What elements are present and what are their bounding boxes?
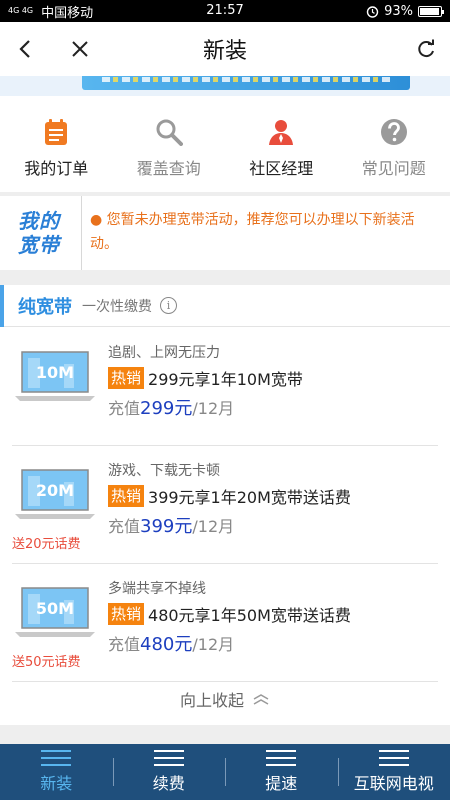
package-item-20m[interactable]: 20M 送20元话费 游戏、下载无卡顿 热销 399元享1年20M宽带送话费 充… bbox=[0, 446, 450, 564]
quick-item-orders[interactable]: 我的订单 bbox=[0, 96, 113, 192]
manager-icon bbox=[269, 120, 294, 145]
package-item-10m[interactable]: 10M 追剧、上网无压力 热销 299元享1年10M宽带 充值299元/12月 bbox=[0, 328, 450, 446]
laptop-icon: 20M bbox=[15, 469, 95, 519]
quick-item-label: 我的订单 bbox=[24, 159, 89, 178]
bottom-nav: 新装 续费 提速 互联网电视 bbox=[0, 744, 450, 800]
menu-icon bbox=[153, 750, 184, 766]
laptop-icon: 50M bbox=[15, 587, 95, 637]
package-tagline: 多端共享不掉线 bbox=[108, 581, 206, 597]
nav-item-speedup[interactable]: 提速 bbox=[225, 744, 338, 800]
order-icon bbox=[45, 119, 68, 145]
clock: 21:57 bbox=[206, 3, 244, 18]
nav-item-renew[interactable]: 续费 bbox=[112, 744, 226, 800]
package-subtitle: 一次性缴费 bbox=[82, 298, 152, 315]
package-name: 纯宽带 bbox=[18, 296, 72, 318]
menu-icon bbox=[41, 750, 72, 766]
quick-item-coverage[interactable]: 覆盖查询 bbox=[113, 96, 226, 192]
broadband-notice: 我的 宽带 ● 您暂未办理宽带活动，推荐您可以办理以下新装活动。 bbox=[0, 196, 450, 270]
refresh-button[interactable] bbox=[410, 33, 442, 65]
speed-label: 10M bbox=[36, 363, 74, 382]
nav-item-label: 互联网电视 bbox=[353, 774, 434, 793]
gift-label: 送20元话费 bbox=[12, 537, 81, 552]
package-item-50m[interactable]: 50M 送50元话费 多端共享不掉线 热销 480元享1年50M宽带送话费 充值… bbox=[0, 564, 450, 682]
nav-item-iptv[interactable]: 互联网电视 bbox=[337, 744, 450, 800]
my-broadband-logo: 我的 宽带 bbox=[0, 196, 82, 270]
search-icon bbox=[156, 119, 183, 146]
info-icon[interactable]: i bbox=[160, 297, 177, 314]
quick-item-faq[interactable]: 常见问题 bbox=[338, 96, 450, 192]
nav-item-label: 新装 bbox=[40, 774, 73, 793]
quick-menu: 我的订单 覆盖查询 社区经理 常见问题 bbox=[0, 96, 450, 192]
collapse-button[interactable]: 向上收起 bbox=[0, 687, 450, 711]
refresh-icon bbox=[418, 39, 434, 58]
collapse-label: 向上收起 bbox=[179, 691, 244, 710]
package-tagline: 游戏、下载无卡顿 bbox=[108, 463, 220, 479]
chevron-up-icon bbox=[253, 694, 269, 705]
nav-item-label: 续费 bbox=[152, 774, 185, 793]
back-arrow-icon bbox=[19, 40, 30, 58]
gift-label: 送50元话费 bbox=[12, 655, 81, 670]
logo-line: 宽带 bbox=[18, 233, 60, 257]
back-button[interactable] bbox=[10, 33, 42, 65]
hot-badge: 热销 bbox=[108, 485, 145, 507]
quick-item-label: 常见问题 bbox=[361, 159, 426, 178]
status-bar: 4G 4G 中国移动 21:57 93% bbox=[0, 0, 450, 22]
package-price: 充值480元/12月 bbox=[108, 634, 235, 655]
package-title: 480元享1年50M宽带送话费 bbox=[148, 606, 351, 625]
menu-icon bbox=[378, 750, 409, 766]
question-icon bbox=[380, 119, 407, 145]
laptop-icon: 10M bbox=[15, 351, 95, 401]
promo-banner[interactable] bbox=[0, 76, 450, 96]
hot-badge: 热销 bbox=[108, 367, 145, 389]
package-title: 299元享1年10M宽带 bbox=[148, 370, 303, 389]
package-tagline: 追剧、上网无压力 bbox=[108, 345, 220, 361]
quick-item-manager[interactable]: 社区经理 bbox=[225, 96, 338, 192]
package-header: 纯宽带 一次性缴费 i bbox=[0, 284, 450, 327]
package-price: 充值399元/12月 bbox=[108, 516, 235, 537]
notice-text: ● 您暂未办理宽带活动，推荐您可以办理以下新装活动。 bbox=[90, 212, 415, 252]
quick-item-label: 社区经理 bbox=[249, 159, 314, 178]
battery-icon bbox=[418, 5, 444, 17]
logo-line: 我的 bbox=[18, 209, 60, 233]
package-price: 充值299元/12月 bbox=[108, 398, 235, 419]
package-title: 399元享1年20M宽带送话费 bbox=[148, 488, 351, 507]
menu-icon bbox=[266, 750, 297, 766]
close-button[interactable] bbox=[64, 33, 96, 65]
app-header: 新装 bbox=[0, 22, 450, 76]
speed-label: 50M bbox=[36, 599, 74, 618]
close-icon bbox=[72, 41, 88, 57]
speed-label: 20M bbox=[36, 481, 74, 500]
hot-badge: 热销 bbox=[108, 603, 145, 625]
nav-item-new-install[interactable]: 新装 bbox=[0, 744, 113, 800]
package-section: 纯宽带 一次性缴费 i 10M 追剧、上网无压力 热销 299元享1年10M宽带… bbox=[0, 284, 450, 725]
quick-item-label: 覆盖查询 bbox=[136, 159, 201, 178]
nav-item-label: 提速 bbox=[265, 774, 298, 793]
